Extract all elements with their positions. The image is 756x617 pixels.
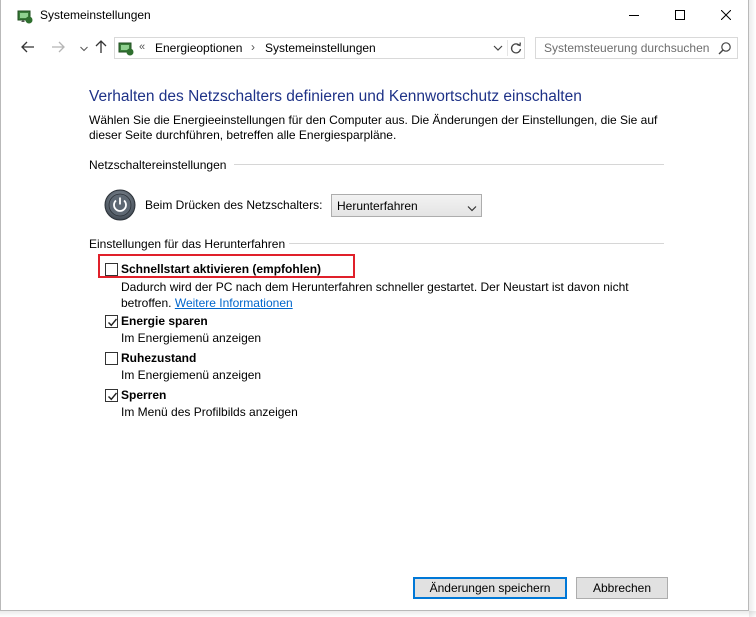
power-button-icon <box>104 189 136 221</box>
maximize-icon <box>675 9 685 23</box>
page-title: Verhalten des Netzschalters definieren u… <box>89 88 582 105</box>
cancel-button[interactable]: Abbrechen <box>576 577 668 599</box>
schnellstart-description: Dadurch wird der PC nach dem Herunterfah… <box>121 279 641 311</box>
close-button[interactable] <box>703 0 749 32</box>
power-button-action-label: Beim Drücken des Netzschalters: <box>145 198 323 212</box>
energie-sparen-label[interactable]: Energie sparen <box>121 314 208 328</box>
search-placeholder[interactable]: Systemsteuerung durchsuchen <box>544 41 709 55</box>
sperren-description: Im Menü des Profilbilds anzeigen <box>121 405 298 419</box>
chevron-down-icon[interactable] <box>467 202 477 212</box>
power-button-section-title: Netzschaltereinstellungen <box>89 158 227 172</box>
sperren-label[interactable]: Sperren <box>121 388 166 402</box>
save-changes-button[interactable]: Änderungen speichern <box>413 577 567 599</box>
section-divider <box>289 243 664 244</box>
shutdown-section-title: Einstellungen für das Herunterfahren <box>89 237 286 251</box>
up-button[interactable] <box>91 38 111 58</box>
checkmark-icon <box>108 392 118 401</box>
energie-sparen-description: Im Energiemenü anzeigen <box>121 331 262 345</box>
more-information-link[interactable]: Weitere Informationen <box>175 296 293 310</box>
maximize-button[interactable] <box>657 0 703 32</box>
forward-button[interactable] <box>48 38 68 58</box>
breadcrumb-overflow[interactable]: « <box>139 41 145 53</box>
forward-arrow-icon <box>51 41 65 56</box>
back-arrow-icon <box>21 41 35 56</box>
title-bar: Systemeinstellungen <box>1 0 749 32</box>
ruhezustand-checkbox[interactable] <box>105 352 118 365</box>
sperren-checkbox[interactable] <box>105 389 118 402</box>
highlight-annotation-box <box>98 254 355 278</box>
window-title: Systemeinstellungen <box>40 8 151 22</box>
breadcrumb-systemeinstellungen[interactable]: Systemeinstellungen <box>265 41 376 55</box>
energie-sparen-checkbox[interactable] <box>105 315 118 328</box>
address-bar[interactable]: « Energieoptionen › Systemeinstellungen <box>114 37 525 59</box>
close-icon <box>720 9 732 23</box>
ruhezustand-label[interactable]: Ruhezustand <box>121 351 196 365</box>
power-button-action-select[interactable]: Herunterfahren <box>331 194 482 217</box>
address-dropdown-icon[interactable] <box>491 41 505 55</box>
systemeinstellungen-window: Systemeinstellungen « Energieoptionen › … <box>0 0 749 611</box>
power-button-action-value[interactable]: Herunterfahren <box>337 199 418 213</box>
page-description: Wählen Sie die Energieeinstellungen für … <box>89 113 658 142</box>
power-options-app-icon <box>17 8 33 24</box>
breadcrumb-energieoptionen[interactable]: Energieoptionen <box>155 41 242 55</box>
window-shadow-right <box>749 0 756 617</box>
refresh-icon[interactable] <box>507 40 524 56</box>
checkmark-icon <box>108 318 118 327</box>
breadcrumb-separator[interactable]: › <box>251 40 255 54</box>
up-arrow-icon <box>95 39 107 57</box>
window-shadow-bottom <box>0 611 756 617</box>
ruhezustand-description: Im Energiemenü anzeigen <box>121 368 262 382</box>
search-icon[interactable] <box>718 41 732 55</box>
back-button[interactable] <box>18 38 38 58</box>
chevron-down-icon <box>80 41 88 55</box>
section-divider <box>234 164 664 165</box>
power-options-location-icon <box>118 40 134 56</box>
minimize-button[interactable] <box>611 0 657 32</box>
minimize-icon <box>629 9 639 23</box>
search-box[interactable]: Systemsteuerung durchsuchen <box>535 37 738 59</box>
